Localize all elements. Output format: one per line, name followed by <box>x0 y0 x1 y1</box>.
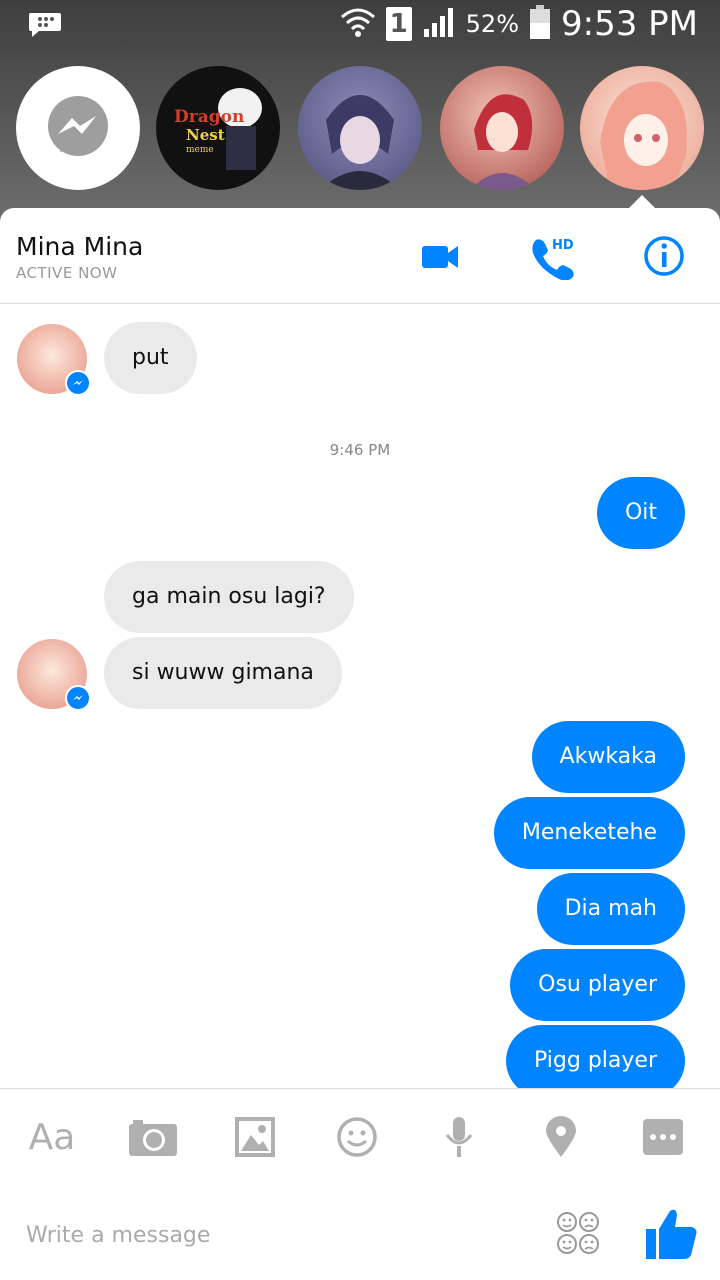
message-incoming[interactable]: si wuww gimana <box>104 637 342 709</box>
messenger-badge-icon <box>65 370 91 396</box>
composer: Aa <box>0 1088 720 1280</box>
thumbs-up-icon <box>646 1209 697 1259</box>
message-outgoing[interactable]: Oit <box>596 477 685 549</box>
contact-name[interactable]: Mina Mina <box>16 232 143 261</box>
voice-record-button[interactable] <box>431 1109 487 1165</box>
message-incoming[interactable]: put <box>104 322 197 394</box>
chat-heads-bar: Dragon Nest meme <box>0 62 720 202</box>
sim-slot-icon: 1 <box>385 7 412 41</box>
contact-avatar[interactable] <box>17 324 91 396</box>
active-status: ACTIVE NOW <box>16 264 118 282</box>
messenger-icon <box>48 96 108 156</box>
location-button[interactable] <box>533 1109 589 1165</box>
microphone-icon <box>445 1117 473 1157</box>
contact-head-3[interactable] <box>440 66 564 190</box>
contact-head-2[interactable] <box>298 66 422 190</box>
contact-3-avatar-art <box>470 94 536 190</box>
message-outgoing[interactable]: Pigg player <box>506 1025 685 1097</box>
phone-icon: HD <box>532 238 574 281</box>
signal-icon <box>422 5 456 43</box>
battery-icon <box>529 4 551 44</box>
emoji-button[interactable] <box>550 1203 606 1263</box>
active-head-pointer <box>628 195 656 209</box>
status-bar: 1 52% 9:53 PM <box>0 0 720 50</box>
smiley-icon <box>337 1117 377 1157</box>
more-options-button[interactable] <box>635 1109 691 1165</box>
message-outgoing[interactable]: Dia mah <box>536 873 685 945</box>
contact-head-mina-active[interactable] <box>580 66 704 190</box>
message-outgoing[interactable]: Osu player <box>510 949 685 1021</box>
svg-text:meme: meme <box>186 145 214 155</box>
battery-percent: 52% <box>465 10 519 38</box>
text-tool-button[interactable]: Aa <box>24 1109 80 1165</box>
message-input[interactable] <box>24 1216 528 1254</box>
bbm-notification-icon <box>28 10 62 38</box>
message-outgoing[interactable]: Meneketehe <box>493 797 685 869</box>
message-outgoing[interactable]: Akwkaka <box>531 721 685 793</box>
chat-header: Mina Mina ACTIVE NOW HD <box>0 208 720 304</box>
messenger-badge-icon <box>65 685 91 711</box>
hd-label: HD <box>552 238 574 253</box>
contact-avatar[interactable] <box>17 639 91 711</box>
mina-avatar-art <box>600 81 687 190</box>
info-icon <box>644 236 684 276</box>
gallery-button[interactable] <box>227 1109 283 1165</box>
image-icon <box>235 1117 275 1157</box>
contact-2-avatar-art <box>320 95 400 190</box>
voice-call-button[interactable]: HD <box>528 232 584 281</box>
like-button[interactable] <box>640 1201 704 1265</box>
message-thread[interactable]: put 9:46 PM Oit ga main osu lagi? si wuw… <box>0 304 720 1097</box>
video-call-button[interactable] <box>416 232 464 280</box>
message-timestamp: 9:46 PM <box>329 441 391 459</box>
chat-panel: Mina Mina ACTIVE NOW HD put 9:46 PM Oit … <box>0 208 720 1280</box>
sticker-button[interactable] <box>329 1109 385 1165</box>
messenger-head[interactable] <box>16 66 140 190</box>
dragon-nest-avatar-art: Dragon Nest meme <box>174 88 262 170</box>
svg-text:Nest: Nest <box>186 126 225 144</box>
dragon-nest-head[interactable]: Dragon Nest meme <box>156 66 280 190</box>
message-incoming[interactable]: ga main osu lagi? <box>104 561 354 633</box>
clock: 9:53 PM <box>561 4 698 44</box>
camera-icon <box>129 1120 177 1156</box>
emoji-faces-icon <box>557 1212 599 1254</box>
video-camera-icon <box>422 246 458 268</box>
wifi-icon <box>340 5 376 43</box>
more-dots-icon <box>643 1119 683 1155</box>
conversation-info-button[interactable] <box>640 232 688 280</box>
camera-button[interactable] <box>125 1109 181 1165</box>
dragon-nest-logo-text: Dragon <box>174 107 244 127</box>
location-pin-icon <box>546 1116 576 1157</box>
